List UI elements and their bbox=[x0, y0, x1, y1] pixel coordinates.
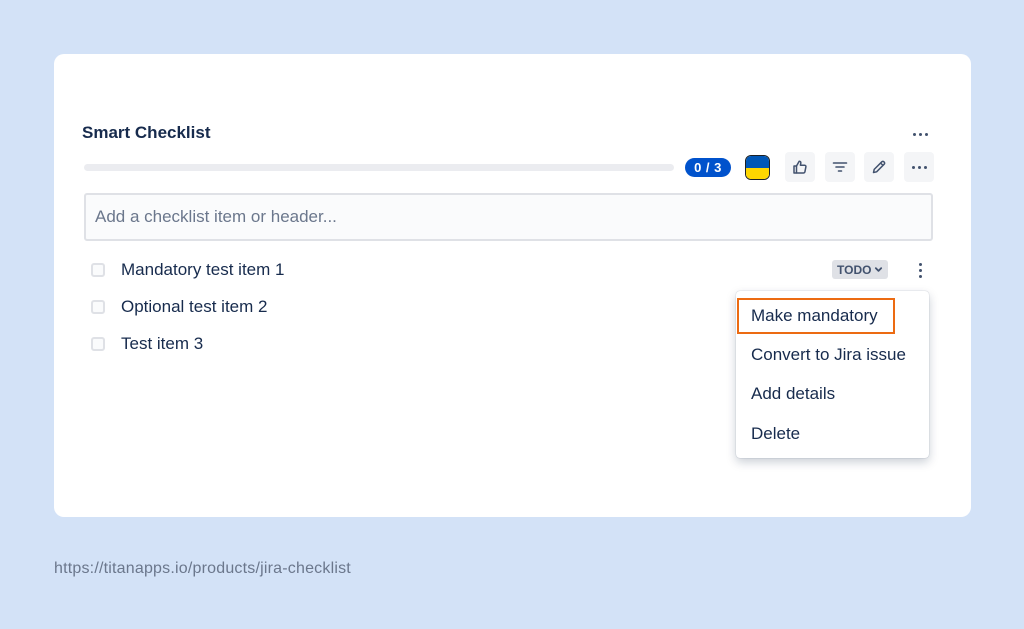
checklist-item: Optional test item 2 bbox=[91, 295, 267, 319]
menu-item-convert-to-jira-issue[interactable]: Convert to Jira issue bbox=[736, 338, 929, 372]
more-horizontal-icon bbox=[912, 132, 928, 136]
item-checkbox[interactable] bbox=[91, 263, 105, 277]
status-dropdown[interactable]: TODO bbox=[832, 260, 889, 279]
item-checkbox[interactable] bbox=[91, 337, 105, 351]
filter-icon bbox=[832, 162, 848, 172]
item-label: Mandatory test item 1 bbox=[121, 260, 285, 279]
more-icon bbox=[911, 165, 927, 169]
checklist-item: Test item 3 bbox=[91, 332, 203, 356]
checklist-title: Smart Checklist bbox=[82, 123, 211, 142]
item-label: Test item 3 bbox=[121, 334, 204, 353]
menu-item-make-mandatory[interactable]: Make mandatory bbox=[736, 299, 929, 333]
progress-bar bbox=[84, 164, 674, 171]
thumbs-up-button[interactable] bbox=[785, 152, 815, 182]
status-label: TODO bbox=[837, 262, 872, 277]
ukraine-flag-icon[interactable] bbox=[745, 155, 770, 180]
toolbar-more-button[interactable] bbox=[904, 152, 934, 182]
footer-url: https://titanapps.io/products/jira-check… bbox=[54, 560, 351, 577]
chevron-down-icon bbox=[875, 267, 883, 272]
item-context-menu: Make mandatory Convert to Jira issue Add… bbox=[736, 291, 929, 458]
header-more-button[interactable] bbox=[908, 124, 932, 144]
checklist-item: Mandatory test item 1 bbox=[91, 258, 284, 282]
edit-button[interactable] bbox=[864, 152, 894, 182]
pencil-icon bbox=[872, 160, 886, 174]
item-checkbox[interactable] bbox=[91, 300, 105, 314]
add-item-input[interactable] bbox=[84, 193, 933, 241]
menu-item-delete[interactable]: Delete bbox=[736, 417, 929, 451]
item-label: Optional test item 2 bbox=[121, 297, 268, 316]
item-more-button[interactable] bbox=[912, 258, 928, 282]
progress-count-badge: 0 / 3 bbox=[685, 158, 731, 177]
more-vertical-icon bbox=[918, 262, 922, 278]
smart-checklist-card: Smart Checklist 0 / 3 Manda bbox=[54, 54, 971, 517]
filter-button[interactable] bbox=[825, 152, 855, 182]
thumbs-up-icon bbox=[793, 160, 807, 174]
menu-item-add-details[interactable]: Add details bbox=[736, 377, 929, 411]
